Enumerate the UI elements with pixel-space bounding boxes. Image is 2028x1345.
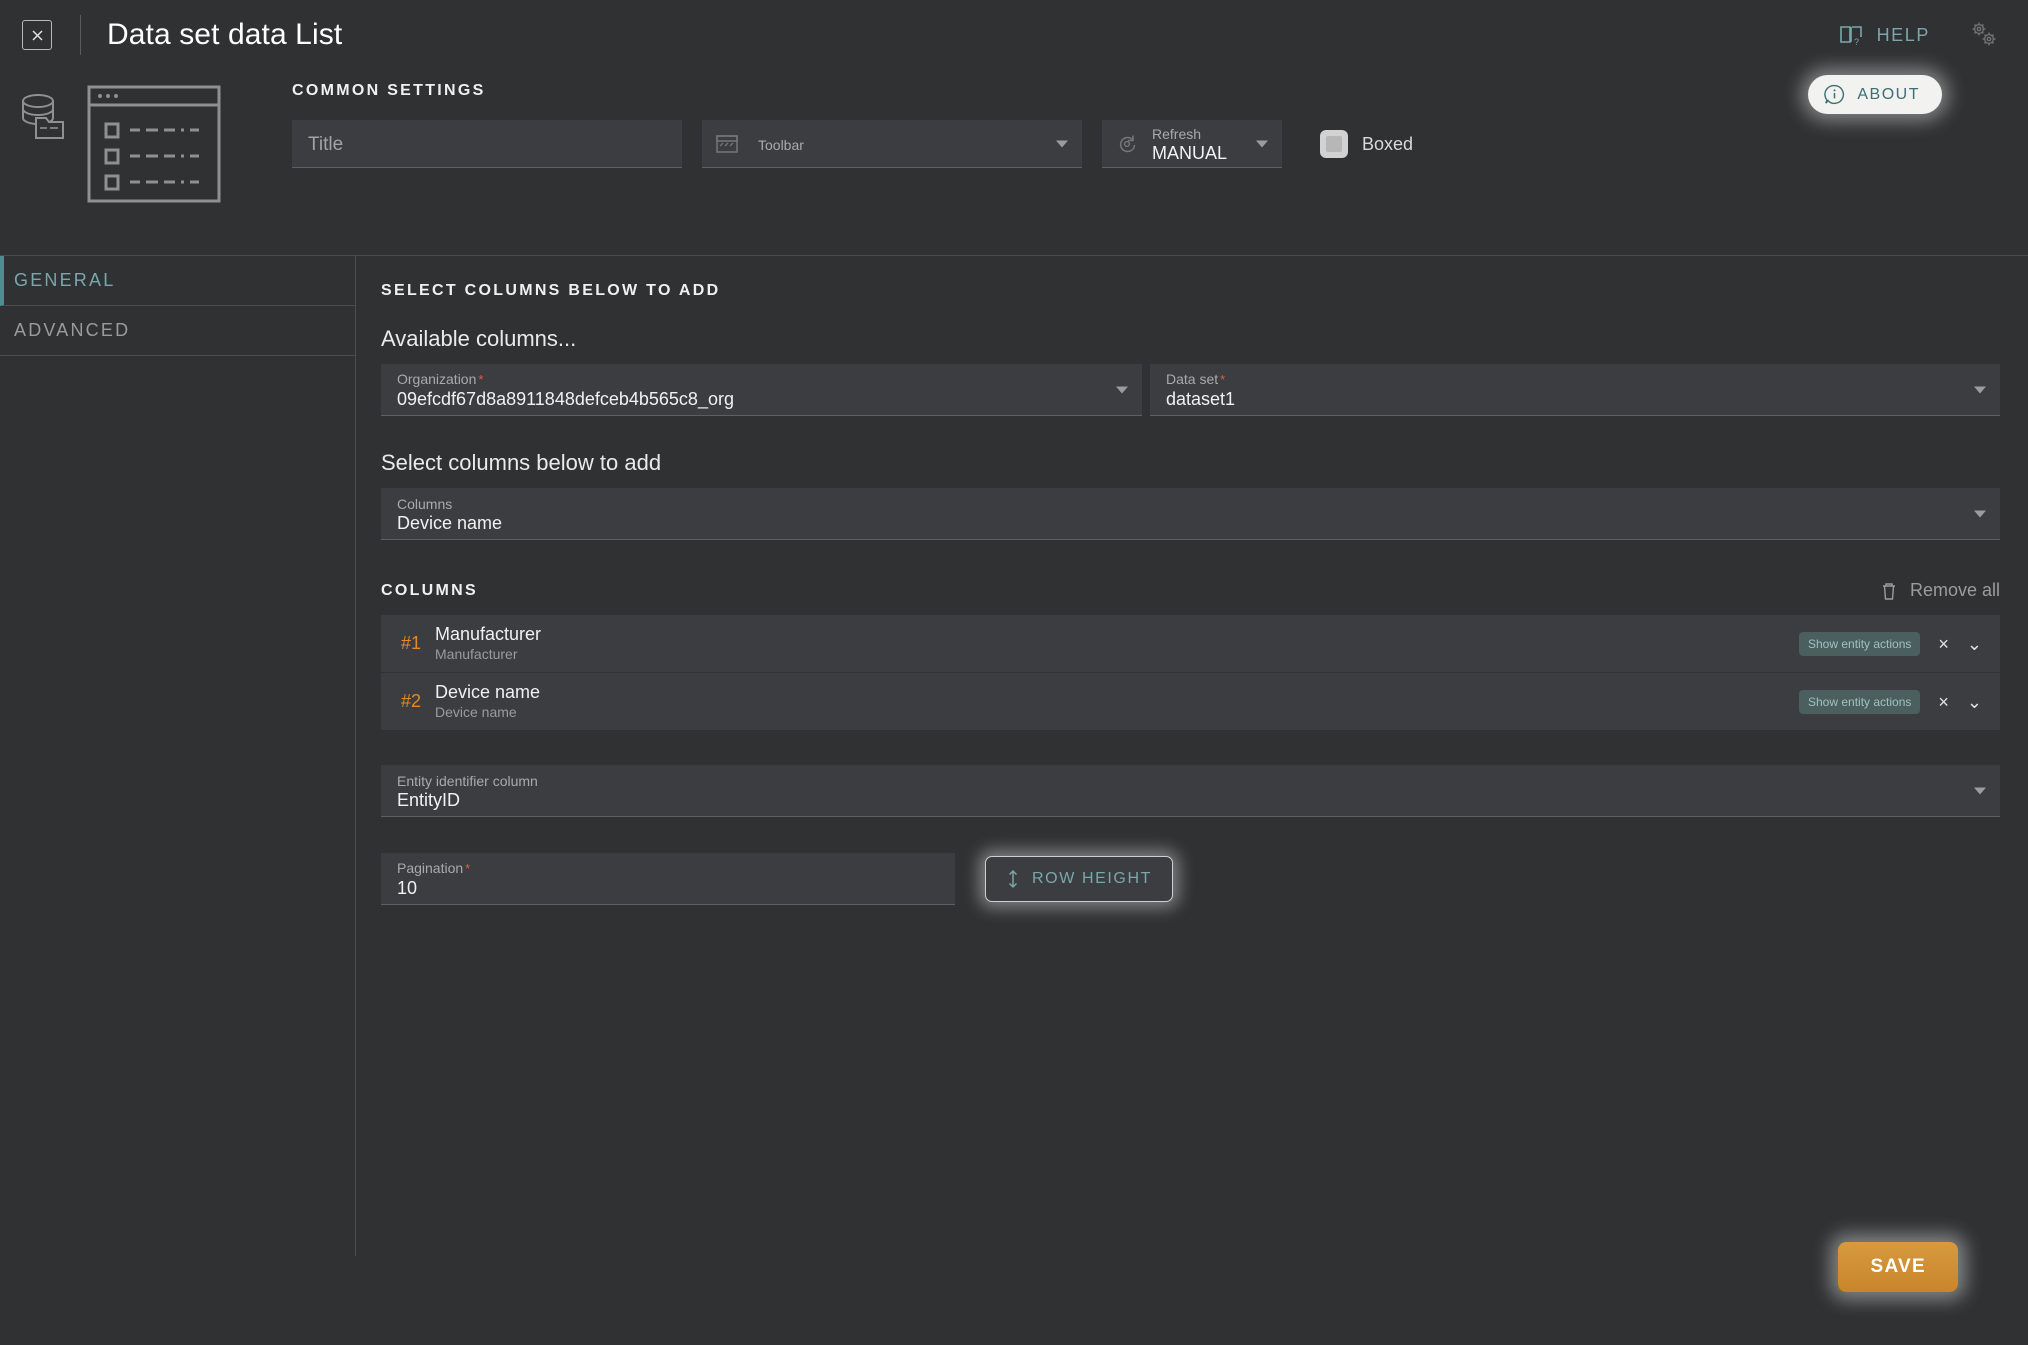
close-icon — [32, 30, 42, 40]
chevron-down-icon — [1056, 140, 1068, 147]
column-actions: Show entity actions × ⌄ — [1799, 689, 1982, 714]
available-columns-heading: Available columns... — [381, 326, 577, 351]
svg-text:?: ? — [1854, 37, 1861, 46]
remove-column-button[interactable]: × — [1938, 635, 1949, 653]
sidebar-item-label: ADVANCED — [14, 320, 131, 340]
table-row[interactable]: #1 Manufacturer Manufacturer Show entity… — [381, 615, 2000, 673]
dataset-label: Data set * — [1166, 371, 1226, 387]
boxed-label: Boxed — [1362, 133, 1414, 154]
trash-icon — [1880, 581, 1898, 601]
toolbar-label: Toolbar — [758, 136, 804, 153]
sidebar: GENERAL ADVANCED — [0, 256, 356, 1256]
dataset-value: dataset1 — [1166, 389, 1236, 409]
show-entity-actions-badge[interactable]: Show entity actions — [1799, 631, 1921, 656]
help-label: HELP — [1876, 24, 1930, 45]
remove-all-button[interactable]: Remove all — [1880, 580, 2000, 601]
checkbox-icon — [1320, 130, 1348, 158]
pagination-row: Pagination * 10 ROW HEIGHT — [381, 853, 2000, 905]
refresh-icon — [1116, 133, 1138, 155]
row-height-label: ROW HEIGHT — [1032, 870, 1152, 887]
gear-icon — [1972, 22, 1996, 46]
table-row[interactable]: #2 Device name Device name Show entity a… — [381, 673, 2000, 731]
common-settings-section: COMMON SETTINGS Title Toolbar Refresh MA… — [292, 70, 2028, 255]
toolbar-divider — [80, 15, 81, 55]
chevron-down-icon — [1974, 510, 1986, 517]
list-widget-icon — [86, 84, 222, 204]
required-marker: * — [1220, 372, 1226, 387]
column-index: #1 — [401, 633, 422, 653]
pagination-label: Pagination * — [397, 860, 471, 876]
columns-caption: COLUMNS — [381, 581, 478, 599]
entity-identifier-value: EntityID — [397, 789, 461, 810]
checkbox-inner — [1326, 136, 1342, 152]
columns-select[interactable]: Columns Device name — [381, 488, 2000, 540]
columns-label: Columns — [397, 495, 453, 512]
toolbar-icon — [716, 134, 738, 154]
save-button[interactable]: SAVE — [1838, 1242, 1958, 1292]
expand-column-button[interactable]: ⌄ — [1967, 693, 1982, 711]
column-title: Device name — [435, 682, 541, 702]
header-area: COMMON SETTINGS Title Toolbar Refresh MA… — [0, 70, 2028, 255]
common-settings-caption: COMMON SETTINGS — [292, 82, 486, 99]
chevron-down-icon — [1974, 787, 1986, 794]
widget-preview-thumbnail — [0, 70, 292, 255]
chevron-down-icon — [1974, 386, 1986, 393]
organization-select[interactable]: Organization * 09efcdf67d8a8911848defceb4… — [381, 364, 1142, 416]
close-button[interactable] — [22, 20, 52, 50]
refresh-label: Refresh — [1152, 125, 1202, 142]
columns-header: COLUMNS Remove all — [381, 580, 2000, 601]
chevron-down-icon — [1116, 386, 1128, 393]
dataset-select[interactable]: Data set * dataset1 — [1150, 364, 2000, 416]
required-marker: * — [478, 372, 484, 387]
column-title: Manufacturer — [435, 624, 542, 644]
about-button[interactable]: ABOUT — [1808, 75, 1942, 114]
column-actions: Show entity actions × ⌄ — [1799, 631, 1982, 656]
select-columns-caption: SELECT COLUMNS BELOW TO ADD — [381, 282, 721, 299]
remove-all-label: Remove all — [1909, 580, 2000, 600]
column-subtitle: Manufacturer — [435, 646, 518, 662]
entity-identifier-label: Entity identifier column — [397, 772, 538, 789]
pagination-input[interactable]: Pagination * 10 — [381, 853, 955, 905]
source-fields-row: Organization * 09efcdf67d8a8911848defceb4… — [381, 364, 2000, 416]
settings-gear-button[interactable] — [1966, 18, 2000, 52]
column-subtitle: Device name — [435, 704, 517, 720]
refresh-select[interactable]: Refresh MANUAL — [1102, 120, 1282, 168]
page-title: Data set data List — [107, 18, 343, 51]
column-index: #2 — [401, 691, 422, 711]
sidebar-item-general[interactable]: GENERAL — [0, 256, 355, 306]
book-help-icon: ? — [1839, 24, 1865, 46]
show-entity-actions-badge[interactable]: Show entity actions — [1799, 689, 1921, 714]
columns-list: #1 Manufacturer Manufacturer Show entity… — [381, 615, 2000, 731]
column-texts: Device name Device name — [435, 682, 540, 721]
boxed-checkbox[interactable]: Boxed — [1320, 130, 1413, 158]
select-columns-heading: Select columns below to add — [381, 450, 662, 475]
column-texts: Manufacturer Manufacturer — [435, 624, 541, 663]
row-height-button[interactable]: ROW HEIGHT — [985, 856, 1173, 902]
top-bar: Data set data List ? HELP — [0, 0, 2028, 70]
body-area: GENERAL ADVANCED SELECT COLUMNS BELOW TO… — [0, 256, 2028, 1345]
pagination-value: 10 — [397, 878, 418, 898]
remove-column-button[interactable]: × — [1938, 693, 1949, 711]
organization-value: 09efcdf67d8a8911848defceb4b565c8_org — [397, 389, 734, 409]
topbar-actions: ? HELP — [1839, 18, 2000, 52]
toolbar-select[interactable]: Toolbar — [702, 120, 1082, 168]
entity-identifier-select[interactable]: Entity identifier column EntityID — [381, 765, 2000, 817]
sidebar-item-advanced[interactable]: ADVANCED — [0, 306, 355, 356]
common-settings-row: Title Toolbar Refresh MANUAL Boxed — [292, 120, 2000, 168]
about-label: ABOUT — [1857, 85, 1920, 103]
required-marker: * — [465, 861, 471, 876]
main-content: SELECT COLUMNS BELOW TO ADD Available co… — [356, 256, 2028, 1345]
refresh-value: MANUAL — [1152, 142, 1228, 163]
title-placeholder: Title — [308, 133, 344, 155]
chevron-down-icon — [1256, 140, 1268, 147]
title-input[interactable]: Title — [292, 120, 682, 168]
organization-label: Organization * — [397, 371, 484, 387]
row-height-icon — [1006, 869, 1020, 889]
database-icon — [14, 84, 76, 146]
columns-value: Device name — [397, 512, 503, 533]
info-icon — [1824, 84, 1845, 105]
sidebar-item-label: GENERAL — [14, 270, 116, 290]
expand-column-button[interactable]: ⌄ — [1967, 635, 1982, 653]
help-button[interactable]: ? HELP — [1839, 24, 1930, 46]
